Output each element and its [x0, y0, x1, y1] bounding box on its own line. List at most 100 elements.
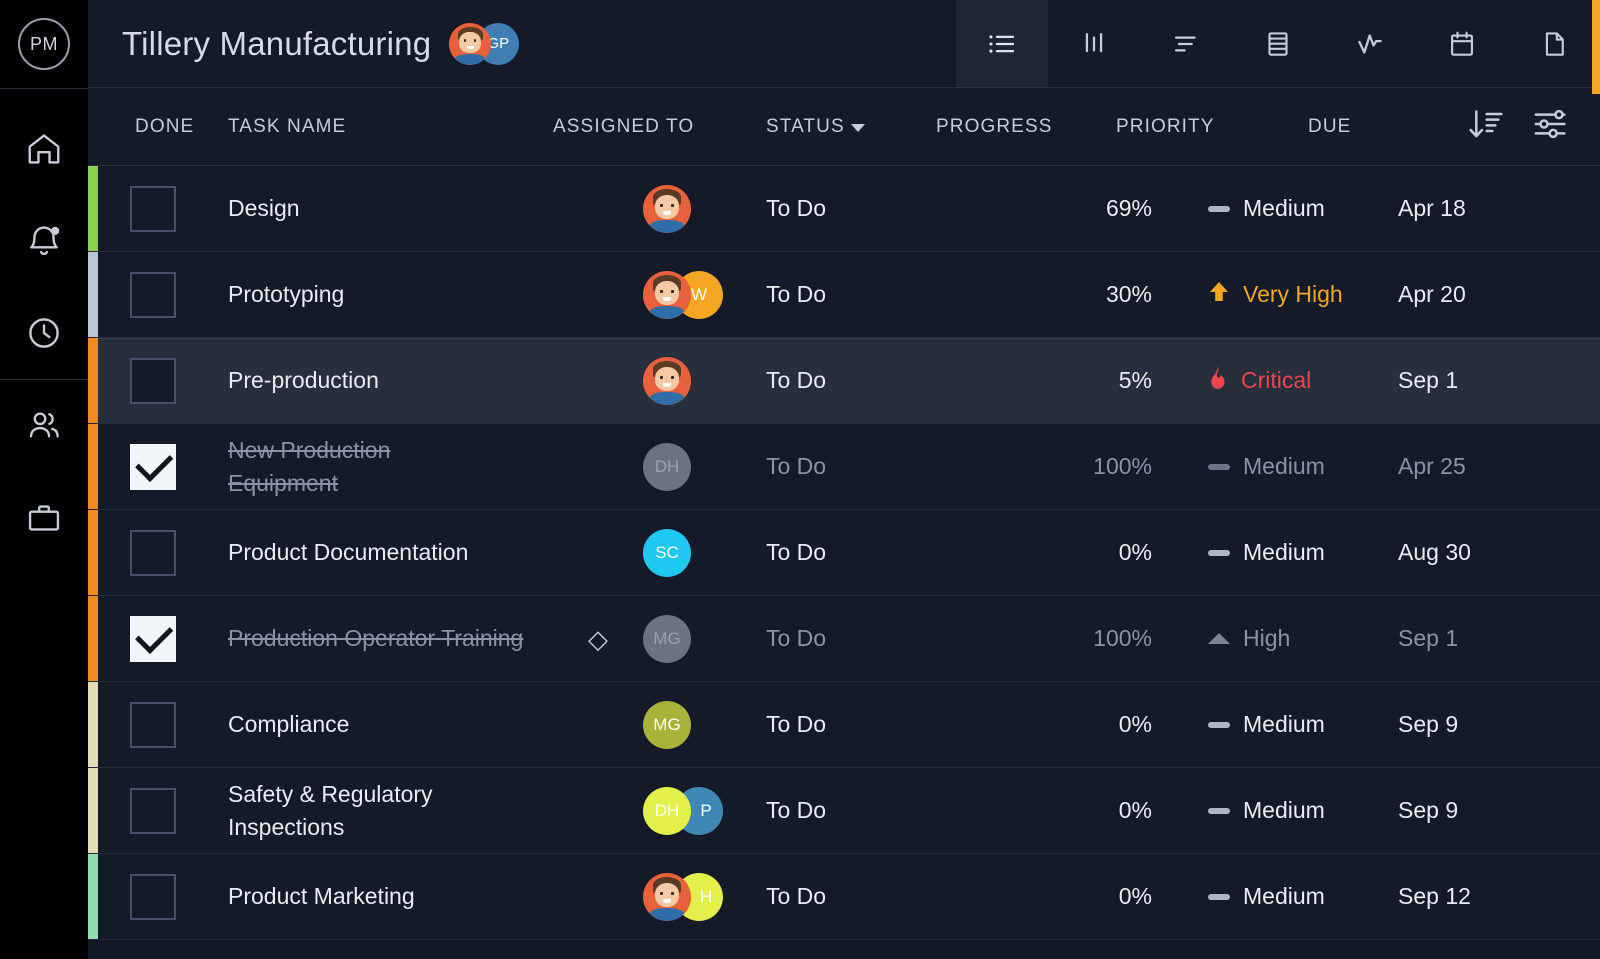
done-checkbox[interactable]	[130, 788, 176, 834]
due-date[interactable]: Apr 18	[1398, 195, 1466, 222]
task-name[interactable]: Safety & Regulatory Inspections	[228, 778, 518, 843]
done-checkbox[interactable]	[130, 616, 176, 662]
due-date[interactable]: Apr 25	[1398, 453, 1466, 480]
progress-value[interactable]: 0%	[936, 711, 1152, 738]
done-checkbox[interactable]	[130, 358, 176, 404]
due-date[interactable]: Aug 30	[1398, 539, 1471, 566]
table-row[interactable]: Design To Do 69% Medium Apr 18	[88, 166, 1600, 252]
sidebar-item-home[interactable]	[0, 103, 88, 195]
done-checkbox[interactable]	[130, 186, 176, 232]
assignees[interactable]: MG	[643, 700, 691, 750]
done-checkbox[interactable]	[130, 444, 176, 490]
avatar[interactable]: MG	[643, 615, 691, 663]
app-logo[interactable]: PM	[0, 0, 88, 88]
table-row[interactable]: Product Documentation SC To Do 0% Medium…	[88, 510, 1600, 596]
table-row[interactable]: Product Marketing H To Do 0% Medium Sep …	[88, 854, 1600, 940]
filter-sliders-icon[interactable]	[1530, 104, 1570, 149]
status-value[interactable]: To Do	[766, 367, 826, 394]
status-value[interactable]: To Do	[766, 539, 826, 566]
done-checkbox[interactable]	[130, 530, 176, 576]
tab-files-view[interactable]	[1508, 0, 1600, 87]
assignees[interactable]	[643, 356, 691, 406]
progress-value[interactable]: 100%	[936, 625, 1152, 652]
done-checkbox[interactable]	[130, 272, 176, 318]
tab-sheet-view[interactable]	[1232, 0, 1324, 87]
task-name[interactable]: Product Marketing	[228, 880, 568, 913]
assignees[interactable]: DH	[643, 442, 691, 492]
tab-list-view[interactable]	[956, 0, 1048, 87]
task-name[interactable]: Pre-production	[228, 364, 568, 397]
assignees[interactable]	[643, 184, 691, 234]
vertical-scrollbar[interactable]	[1592, 0, 1600, 959]
avatar[interactable]	[643, 271, 691, 319]
assignees[interactable]: DH P	[643, 786, 723, 836]
progress-value[interactable]: 30%	[936, 281, 1152, 308]
progress-value[interactable]: 0%	[936, 797, 1152, 824]
avatar[interactable]: SC	[643, 529, 691, 577]
avatar[interactable]: DH	[643, 787, 691, 835]
task-name[interactable]: Compliance	[228, 708, 568, 741]
sort-descending-icon[interactable]	[1466, 104, 1506, 149]
scrollbar-thumb[interactable]	[1592, 0, 1600, 94]
assignees[interactable]: W	[643, 270, 723, 320]
priority-cell[interactable]: Medium	[1208, 453, 1325, 480]
progress-value[interactable]: 5%	[936, 367, 1152, 394]
sidebar-item-notifications[interactable]	[0, 195, 88, 287]
status-value[interactable]: To Do	[766, 453, 826, 480]
progress-value[interactable]: 0%	[936, 539, 1152, 566]
avatar[interactable]: DH	[643, 443, 691, 491]
table-row[interactable]: Safety & Regulatory Inspections DH P To …	[88, 768, 1600, 854]
sidebar-item-portfolio[interactable]	[0, 472, 88, 564]
tab-board-view[interactable]	[1048, 0, 1140, 87]
progress-value[interactable]: 0%	[936, 883, 1152, 910]
assignees[interactable]: SC	[643, 528, 691, 578]
avatar[interactable]	[449, 23, 491, 65]
table-row[interactable]: Production Operator Training ◇ MG To Do …	[88, 596, 1600, 682]
due-date[interactable]: Sep 9	[1398, 797, 1458, 824]
table-row[interactable]: Pre-production To Do 5% Critical	[88, 338, 1600, 424]
priority-cell[interactable]: Medium	[1208, 797, 1325, 824]
avatar[interactable]	[643, 185, 691, 233]
priority-cell[interactable]: Medium	[1208, 711, 1325, 738]
priority-cell[interactable]: Very High	[1208, 280, 1343, 310]
avatar[interactable]: MG	[643, 701, 691, 749]
due-date[interactable]: Sep 1	[1398, 367, 1458, 394]
sidebar-item-recent[interactable]	[0, 287, 88, 379]
column-header-status[interactable]: STATUS	[766, 116, 865, 138]
status-value[interactable]: To Do	[766, 883, 826, 910]
tab-workload-view[interactable]	[1324, 0, 1416, 87]
task-name[interactable]: Prototyping	[228, 278, 568, 311]
due-date[interactable]: Apr 20	[1398, 281, 1466, 308]
priority-cell[interactable]: Medium	[1208, 539, 1325, 566]
progress-value[interactable]: 69%	[936, 195, 1152, 222]
sidebar-item-team[interactable]	[0, 380, 88, 472]
assignees[interactable]: H	[643, 872, 723, 922]
due-date[interactable]: Sep 9	[1398, 711, 1458, 738]
task-name[interactable]: Product Documentation	[228, 536, 568, 569]
status-value[interactable]: To Do	[766, 195, 826, 222]
done-checkbox[interactable]	[130, 702, 176, 748]
avatar[interactable]	[643, 357, 691, 405]
table-row[interactable]: Compliance MG To Do 0% Medium Sep 9	[88, 682, 1600, 768]
priority-cell[interactable]: Medium	[1208, 883, 1325, 910]
tab-calendar-view[interactable]	[1416, 0, 1508, 87]
avatar[interactable]	[643, 873, 691, 921]
assignees[interactable]: MG	[643, 614, 691, 664]
table-row[interactable]: New Production Equipment DH To Do 100% M…	[88, 424, 1600, 510]
status-value[interactable]: To Do	[766, 625, 826, 652]
task-list[interactable]: Design To Do 69% Medium Apr 18	[88, 166, 1600, 959]
task-name[interactable]: New Production Equipment	[228, 434, 478, 499]
status-value[interactable]: To Do	[766, 711, 826, 738]
table-row[interactable]: Prototyping W To Do 30% Very High	[88, 252, 1600, 338]
due-date[interactable]: Sep 12	[1398, 883, 1471, 910]
status-value[interactable]: To Do	[766, 797, 826, 824]
task-name[interactable]: Production Operator Training	[228, 622, 528, 655]
tab-gantt-view[interactable]	[1140, 0, 1232, 87]
due-date[interactable]: Sep 1	[1398, 625, 1458, 652]
done-checkbox[interactable]	[130, 874, 176, 920]
task-name[interactable]: Design	[228, 192, 568, 225]
priority-cell[interactable]: Critical	[1208, 366, 1311, 396]
project-members[interactable]: GP	[449, 22, 519, 66]
progress-value[interactable]: 100%	[936, 453, 1152, 480]
priority-cell[interactable]: Medium	[1208, 195, 1325, 222]
